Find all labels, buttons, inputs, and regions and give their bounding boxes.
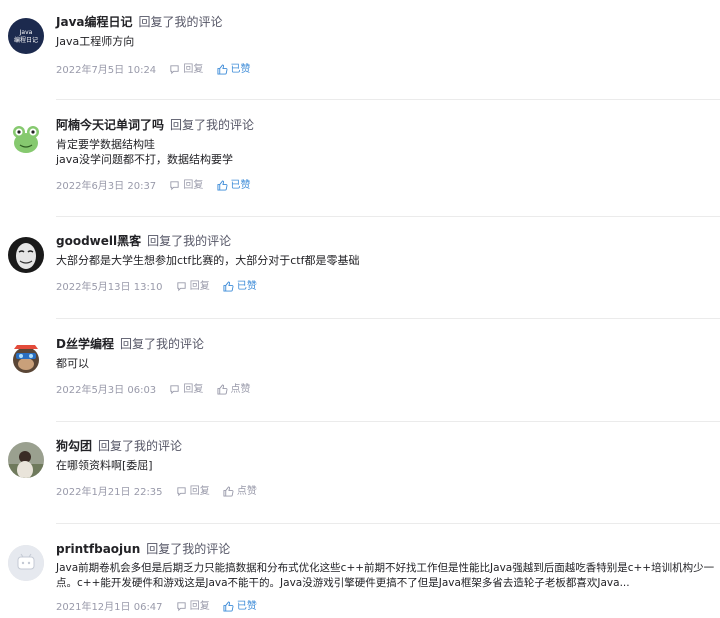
reply-icon [177,602,186,612]
comment-text: Java前期卷机会多但是后期乏力只能搞数据和分布式优化这些c++前期不好找工作但… [56,562,715,589]
thumbs-up-icon [217,64,228,75]
mask-avatar-image [8,237,44,273]
timestamp: 2021年12月1日 06:47 [56,601,163,613]
reply-label: 回复 [183,64,204,75]
username[interactable]: D丝学编程 [56,337,114,351]
avatar[interactable] [8,340,44,376]
comment-meta: 2022年5月3日 06:03 回复 点赞 [56,383,251,399]
monkey-avatar-image [8,340,44,376]
reply-button[interactable]: 回复 [176,485,210,500]
like-label: 已赞 [236,601,257,612]
reply-label: 回复 [183,384,204,395]
comment-body: Java前期卷机会多但是后期乏力只能搞数据和分布式优化这些c++前期不好找工作但… [56,561,718,591]
username[interactable]: 阿楠今天记单词了吗 [56,118,164,132]
comment-meta: 2022年6月3日 20:37 回复 已赞 [56,179,251,195]
default-avatar-image [8,545,44,581]
thumbs-up-icon [223,486,234,497]
divider [56,523,720,524]
timestamp: 2022年7月5日 10:24 [56,64,157,76]
reply-label: 回复 [189,601,210,612]
timestamp: 2022年1月21日 22:35 [56,486,163,498]
like-button[interactable]: 已赞 [223,280,257,295]
timestamp: 2022年6月3日 20:37 [56,180,157,192]
avatar[interactable] [8,545,44,581]
reply-button[interactable]: 回复 [176,600,210,615]
like-button[interactable]: 点赞 [217,383,251,398]
svg-text:编程日记: 编程日记 [14,36,38,44]
reply-label: 回复 [189,281,210,292]
comment-meta: 2022年7月5日 10:24 回复 已赞 [56,63,251,79]
like-label: 已赞 [230,180,251,191]
comment-body: 肯定要学数据结构哇 java没学问题都不打，数据结构要学 [56,137,718,167]
like-button[interactable]: 已赞 [217,63,251,78]
comment-header: printfbaojun 回复了我的评论 [56,541,230,557]
like-button[interactable]: 已赞 [217,179,251,194]
reply-button[interactable]: 回复 [169,63,203,78]
avatar[interactable]: Java 编程日记 [8,18,44,54]
comment-text: Java工程师方向 [56,35,135,48]
comment-text: 都可以 [56,357,89,370]
comment-text: 在哪领资料啊[委屈] [56,459,153,472]
avatar[interactable] [8,237,44,273]
divider [56,99,720,100]
comment-meta: 2021年12月1日 06:47 回复 已赞 [56,600,257,616]
reply-button[interactable]: 回复 [169,383,203,398]
reply-icon [170,385,179,395]
action-text: 回复了我的评论 [138,15,223,29]
comment-text-line: 肯定要学数据结构哇 [56,138,155,151]
avatar[interactable] [8,442,44,478]
action-text: 回复了我的评论 [119,337,204,351]
thumbs-up-icon [223,281,234,292]
action-text: 回复了我的评论 [147,234,232,248]
reply-label: 回复 [183,180,204,191]
like-button[interactable]: 点赞 [223,485,257,500]
divider [56,216,720,217]
thumbs-up-icon [217,180,228,191]
thumbs-up-icon [217,384,228,395]
svg-text:Java: Java [19,29,33,36]
timestamp: 2022年5月13日 13:10 [56,281,163,293]
photo-avatar-image [8,442,44,478]
action-text: 回复了我的评论 [170,118,255,132]
divider [56,318,720,319]
comment-header: D丝学编程 回复了我的评论 [56,336,204,352]
comment-body: Java工程师方向 [56,34,718,49]
comment-header: Java编程日记 回复了我的评论 [56,14,223,30]
avatar[interactable] [8,121,44,157]
username[interactable]: 狗勾团 [56,439,92,453]
divider [56,421,720,422]
reply-button[interactable]: 回复 [169,179,203,194]
comment-body: 都可以 [56,356,718,371]
comment-header: goodwell黑客 回复了我的评论 [56,233,231,249]
comment-meta: 2022年1月21日 22:35 回复 点赞 [56,485,257,501]
comment-body: 在哪领资料啊[委屈] [56,458,718,473]
comment-text-line: java没学问题都不打，数据结构要学 [56,153,234,166]
like-button[interactable]: 已赞 [223,600,257,615]
thumbs-up-icon [223,601,234,612]
avatar-image: Java 编程日记 [8,18,44,54]
reply-icon [177,487,186,497]
reply-label: 回复 [189,486,210,497]
comment-header: 狗勾团 回复了我的评论 [56,438,182,454]
reply-icon [170,181,179,191]
action-text: 回复了我的评论 [146,542,231,556]
like-label: 已赞 [230,64,251,75]
frog-avatar-image [8,121,44,157]
comment-text: 大部分都是大学生想参加ctf比赛的，大部分对于ctf都是零基础 [56,254,360,267]
timestamp: 2022年5月3日 06:03 [56,384,157,396]
like-label: 点赞 [236,486,257,497]
comment-meta: 2022年5月13日 13:10 回复 已赞 [56,280,257,296]
comment-header: 阿楠今天记单词了吗 回复了我的评论 [56,117,254,133]
comment-body: 大部分都是大学生想参加ctf比赛的，大部分对于ctf都是零基础 [56,253,718,268]
reply-button[interactable]: 回复 [176,280,210,295]
reply-icon [177,282,186,292]
like-label: 已赞 [236,281,257,292]
username[interactable]: Java编程日记 [56,15,132,29]
username[interactable]: printfbaojun [56,542,140,556]
action-text: 回复了我的评论 [98,439,183,453]
username[interactable]: goodwell黑客 [56,234,141,248]
like-label: 点赞 [230,384,251,395]
reply-icon [170,65,179,75]
